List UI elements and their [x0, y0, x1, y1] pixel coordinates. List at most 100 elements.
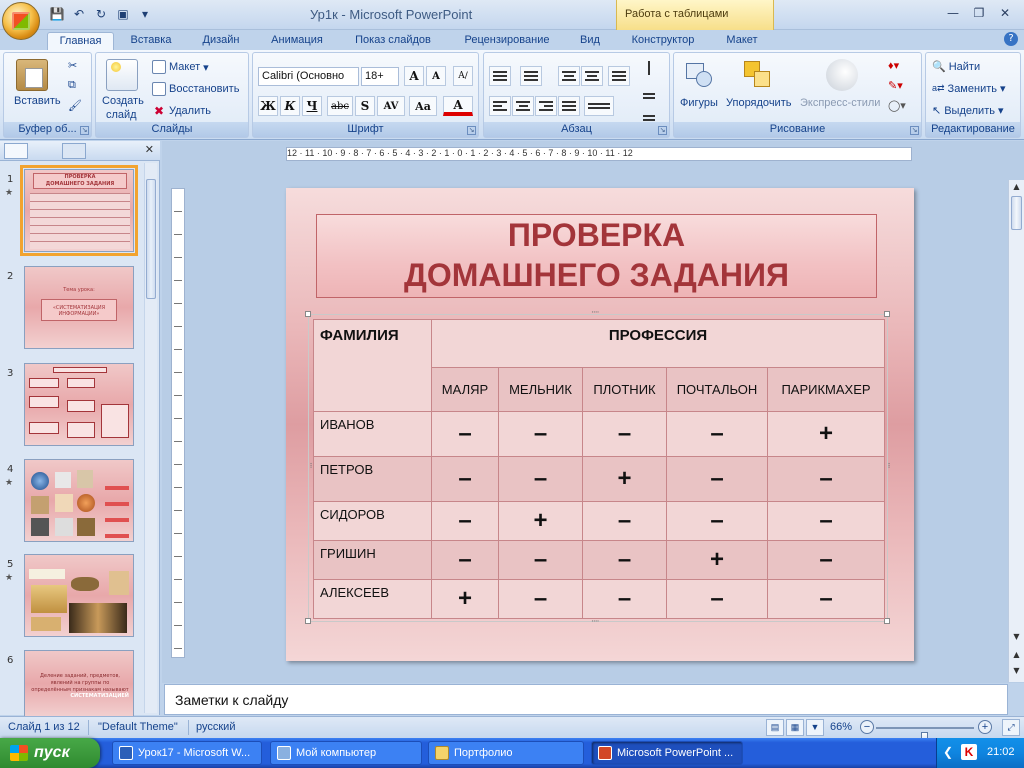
slideshow-icon[interactable]: ▣	[114, 5, 132, 23]
tab-design[interactable]: Дизайн	[192, 32, 250, 50]
font-size-combo[interactable]: 18+	[361, 67, 399, 86]
paste-icon[interactable]	[16, 59, 48, 91]
answer-cell[interactable]: –	[666, 501, 768, 541]
tab-constructor[interactable]: Конструктор	[620, 32, 706, 50]
profession-header[interactable]: МАЛЯР	[431, 367, 499, 412]
quick-styles-icon[interactable]	[826, 59, 858, 91]
slide-sorter-icon[interactable]: ▦	[786, 719, 804, 736]
slideshow-view-icon[interactable]: ▼	[806, 719, 824, 736]
scroll-down-icon[interactable]: ▼	[1011, 632, 1022, 644]
surname-cell[interactable]: ПЕТРОВ	[313, 456, 432, 502]
answer-cell[interactable]: –	[582, 501, 667, 541]
slide-thumbnail-4[interactable]	[24, 459, 134, 542]
surname-cell[interactable]: СИДОРОВ	[313, 501, 432, 541]
bold-button[interactable]: Ж	[258, 96, 278, 116]
reset-button[interactable]: Восстановить	[152, 82, 239, 96]
line-spacing-icon[interactable]	[608, 66, 630, 86]
answer-cell[interactable]: –	[498, 540, 583, 580]
answer-cell[interactable]: –	[666, 456, 768, 502]
homework-table[interactable]: ФАМИЛИЯ ПРОФЕССИЯ МАЛЯР МЕЛЬНИК ПЛОТНИК …	[313, 319, 885, 619]
shapes-button[interactable]: Фигуры	[680, 97, 718, 109]
font-dialog-launcher[interactable]: ↘	[467, 126, 476, 135]
text-direction-icon[interactable]	[638, 58, 660, 78]
panel-close-icon[interactable]: ✕	[145, 143, 154, 156]
answer-cell[interactable]: –	[431, 501, 499, 541]
taskbar-item-powerpoint[interactable]: Microsoft PowerPoint ...	[591, 741, 743, 765]
slide-thumbnail-6[interactable]: Деление заданий, предметов, явлений на г…	[24, 650, 134, 718]
answer-cell[interactable]: –	[431, 411, 499, 457]
answer-cell[interactable]: +	[582, 456, 667, 502]
answer-cell[interactable]: –	[498, 411, 583, 457]
restore-button[interactable]: ❐	[966, 4, 992, 22]
shape-fill-icon[interactable]: ♦▾	[888, 59, 899, 72]
find-button[interactable]: 🔍 Найти	[932, 60, 980, 74]
language-indicator[interactable]: русский	[196, 721, 235, 733]
resize-handle-dots[interactable]: ····	[591, 308, 600, 318]
answer-cell[interactable]: –	[767, 456, 885, 502]
answer-cell[interactable]: –	[582, 540, 667, 580]
resize-handle[interactable]	[884, 311, 890, 317]
customize-qat-icon[interactable]: ▾	[136, 5, 154, 23]
minimize-button[interactable]: —	[940, 4, 966, 22]
columns-icon[interactable]	[584, 96, 614, 116]
delete-button[interactable]: ✖ Удалить	[152, 104, 211, 118]
save-icon[interactable]: 💾	[48, 5, 66, 23]
decrease-indent-icon[interactable]	[558, 66, 580, 86]
shape-effects-icon[interactable]: ◯▾	[888, 99, 906, 112]
font-color-button[interactable]: A	[443, 96, 473, 116]
answer-cell[interactable]: –	[767, 579, 885, 619]
outline-tab[interactable]	[62, 143, 86, 159]
taskbar-item-portfolio[interactable]: Портфолио	[428, 741, 584, 765]
notes-pane[interactable]: Заметки к слайду	[164, 684, 1008, 715]
shape-outline-icon[interactable]: ✎▾	[888, 79, 903, 92]
italic-button[interactable]: К	[280, 96, 300, 116]
help-icon[interactable]: ?	[1004, 32, 1018, 46]
drawing-dialog-launcher[interactable]: ↘	[910, 126, 919, 135]
profession-header[interactable]: ПЛОТНИК	[582, 367, 667, 412]
shadow-button[interactable]: S	[355, 96, 375, 116]
slide-thumbnail-1[interactable]: ПРОВЕРКА ДОМАШНЕГО ЗАДАНИЯ	[20, 165, 138, 256]
tray-collapse-icon[interactable]: ❮	[943, 745, 953, 759]
taskbar-item-my-computer[interactable]: Мой компьютер	[270, 741, 422, 765]
grow-font-button[interactable]: A	[404, 66, 424, 86]
header-surname[interactable]: ФАМИЛИЯ	[313, 319, 432, 412]
new-slide-label-1[interactable]: Создать	[102, 95, 144, 107]
paste-button[interactable]: Вставить	[14, 95, 61, 107]
justify-icon[interactable]	[558, 96, 580, 116]
office-button[interactable]	[2, 2, 40, 40]
slides-panel-scroll-thumb[interactable]	[146, 179, 156, 299]
scroll-up-icon[interactable]: ▲	[1011, 182, 1022, 194]
close-button[interactable]: ✕	[992, 4, 1018, 22]
clipboard-dialog-launcher[interactable]: ↘	[80, 126, 89, 135]
zoom-out-icon[interactable]: −	[860, 720, 874, 734]
layout-button[interactable]: Макет ▾	[152, 60, 209, 74]
align-left-icon[interactable]	[489, 96, 511, 116]
previous-slide-icon[interactable]: ▲	[1011, 650, 1022, 662]
next-slide-icon[interactable]: ▼	[1011, 666, 1022, 678]
answer-cell[interactable]: –	[431, 540, 499, 580]
fit-to-window-icon[interactable]: ⤢	[1002, 719, 1020, 736]
tab-view[interactable]: Вид	[570, 32, 610, 50]
align-center-icon[interactable]	[512, 96, 534, 116]
shapes-icon[interactable]	[684, 59, 716, 91]
answer-cell[interactable]: –	[431, 456, 499, 502]
redo-icon[interactable]: ↻	[92, 5, 110, 23]
answer-cell[interactable]: –	[767, 501, 885, 541]
answer-cell[interactable]: –	[582, 411, 667, 457]
answer-cell[interactable]: –	[666, 411, 768, 457]
answer-cell[interactable]: –	[498, 456, 583, 502]
tab-home[interactable]: Главная	[47, 32, 114, 50]
tab-slideshow[interactable]: Показ слайдов	[345, 32, 441, 50]
answer-cell[interactable]: +	[767, 411, 885, 457]
slide-vertical-scrollbar[interactable]: ▲ ▼ ▲ ▼	[1008, 180, 1024, 682]
title-box[interactable]: ПРОВЕРКА ДОМАШНЕГО ЗАДАНИЯ	[316, 214, 877, 298]
normal-view-icon[interactable]: ▤	[766, 719, 784, 736]
align-right-icon[interactable]	[535, 96, 557, 116]
clear-formatting-icon[interactable]: A∕	[453, 66, 473, 86]
change-case-button[interactable]: Aa	[409, 96, 437, 116]
numbering-icon[interactable]	[520, 66, 542, 86]
surname-cell[interactable]: ГРИШИН	[313, 540, 432, 580]
zoom-slider[interactable]	[876, 727, 974, 744]
arrange-button[interactable]: Упорядочить	[726, 97, 791, 109]
char-spacing-button[interactable]: AV	[377, 96, 405, 116]
